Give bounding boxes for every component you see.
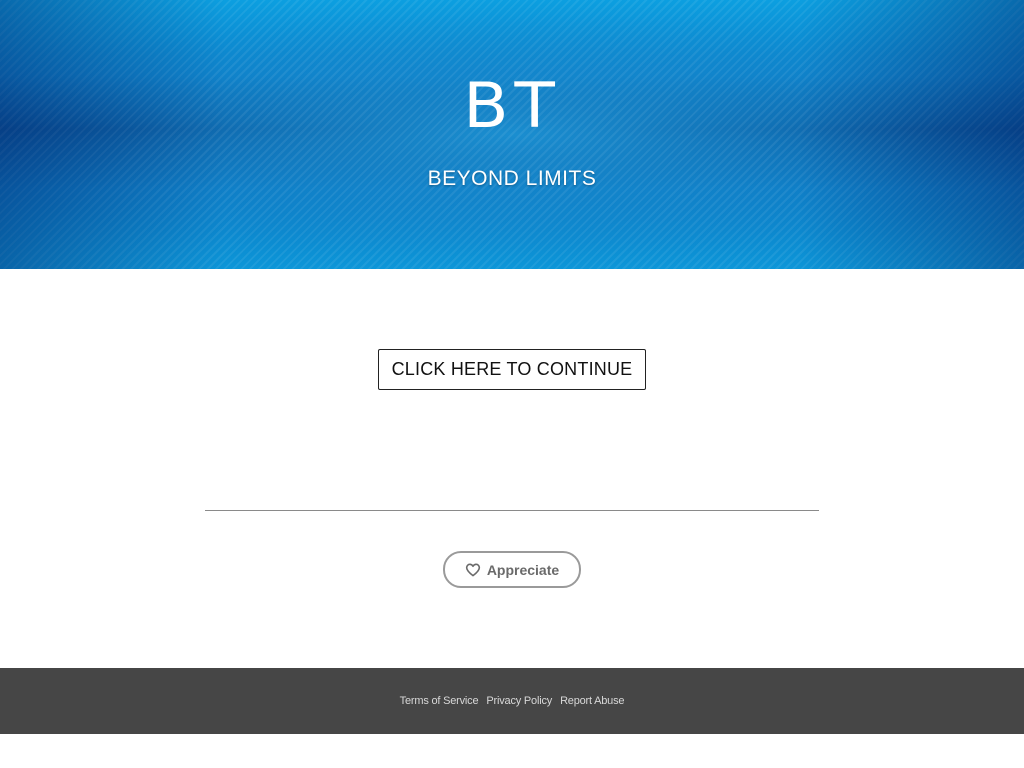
appreciate-label: Appreciate — [486, 561, 560, 578]
hero-banner: BT BEYOND LIMITS — [0, 0, 1024, 269]
privacy-policy-link[interactable]: Privacy Policy — [486, 695, 552, 707]
site-tagline: BEYOND LIMITS — [427, 167, 597, 190]
appreciate-button[interactable]: Appreciate — [443, 551, 581, 588]
divider — [205, 510, 819, 511]
site-title: BT — [463, 68, 561, 143]
report-abuse-link[interactable]: Report Abuse — [560, 695, 624, 707]
page: BT BEYOND LIMITS CLICK HERE TO CONTINUE … — [0, 0, 1024, 768]
continue-button[interactable]: CLICK HERE TO CONTINUE — [378, 349, 646, 390]
terms-of-service-link[interactable]: Terms of Service — [400, 695, 479, 707]
footer: Terms of Service Privacy Policy Report A… — [0, 668, 1024, 734]
heart-outline-icon — [465, 562, 481, 578]
